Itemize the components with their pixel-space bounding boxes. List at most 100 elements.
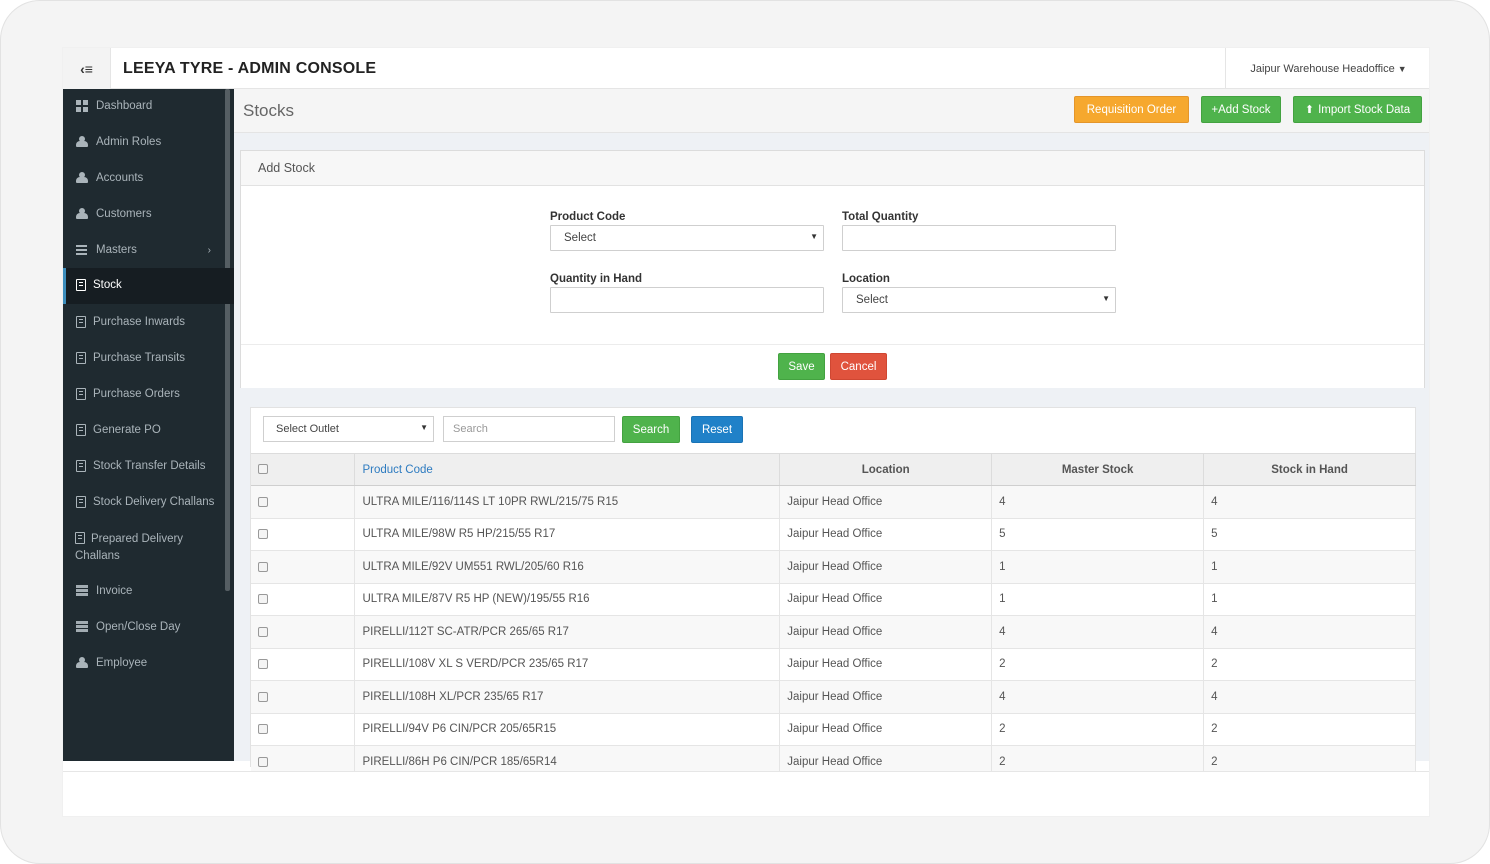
search-input[interactable]: Search: [443, 416, 615, 442]
book-icon: [76, 460, 86, 472]
sidebar: Dashboard Admin Roles Accounts Customers…: [63, 89, 234, 761]
sidebar-item-generate-po[interactable]: Generate PO: [63, 422, 225, 439]
column-header-product-code[interactable]: Product Code: [354, 453, 781, 486]
list-icon: [76, 621, 89, 633]
cancel-button[interactable]: Cancel: [830, 353, 887, 380]
cell-product-code: PIRELLI/108V XL S VERD/PCR 235/65 R17: [354, 648, 781, 681]
sidebar-item-label: Customers: [96, 208, 152, 220]
reset-button[interactable]: Reset: [691, 416, 743, 443]
row-checkbox[interactable]: [258, 594, 268, 605]
quantity-in-hand-label: Quantity in Hand: [550, 273, 642, 285]
sidebar-item-label: Purchase Transits: [93, 352, 186, 364]
cell-master-stock: 1: [991, 583, 1205, 616]
cell-stock-in-hand: 1: [1203, 550, 1416, 584]
cell-product-code: PIRELLI/108H XL/PCR 235/65 R17: [354, 680, 781, 714]
sidebar-item-purchase-inwards[interactable]: Purchase Inwards: [63, 314, 225, 331]
row-select-cell: [251, 680, 356, 714]
product-code-select[interactable]: Select ▼: [550, 225, 824, 251]
row-select-cell: [251, 518, 356, 551]
book-icon: [76, 352, 86, 364]
sidebar-item-customers[interactable]: Customers: [63, 206, 225, 223]
cell-master-stock: 5: [991, 518, 1205, 551]
column-header-stock-in-hand: Stock in Hand: [1203, 453, 1416, 486]
sidebar-item-label: Accounts: [96, 172, 144, 184]
total-quantity-input[interactable]: [842, 225, 1116, 251]
import-stock-data-button[interactable]: ⬆ Import Stock Data: [1293, 96, 1422, 123]
book-icon: [76, 496, 86, 508]
add-stock-button[interactable]: +Add Stock: [1201, 96, 1281, 123]
cell-stock-in-hand: 5: [1203, 518, 1416, 551]
book-icon: [76, 316, 86, 328]
cell-location: Jaipur Head Office: [779, 615, 993, 649]
cell-master-stock: 2: [991, 648, 1205, 681]
dropdown-arrow-icon: ▼: [1102, 294, 1110, 303]
sidebar-item-label: Dashboard: [96, 100, 153, 112]
sidebar-item-stock-transfer-details[interactable]: Stock Transfer Details: [63, 458, 225, 475]
table-row: ULTRA MILE/87V R5 HP (NEW)/195/55 R16 Ja…: [251, 583, 1416, 616]
sidebar-item-purchase-orders[interactable]: Purchase Orders: [63, 386, 225, 403]
sidebar-item-label: Purchase Inwards: [93, 316, 186, 328]
cell-location: Jaipur Head Office: [779, 550, 993, 584]
row-checkbox[interactable]: [258, 496, 268, 507]
select-all-cell: [251, 453, 356, 486]
sidebar-item-stock[interactable]: Stock: [63, 268, 234, 304]
dropdown-arrow-icon: ▼: [810, 232, 818, 241]
upload-icon: ⬆: [1304, 104, 1315, 116]
cell-location: Jaipur Head Office: [779, 713, 993, 746]
sidebar-item-label: Purchase Orders: [93, 388, 180, 400]
cell-product-code: ULTRA MILE/87V R5 HP (NEW)/195/55 R16: [354, 583, 781, 616]
row-checkbox[interactable]: [258, 561, 268, 572]
outlet-value: Select Outlet: [276, 423, 339, 435]
outlet-select[interactable]: Select Outlet ▼: [263, 416, 434, 442]
sidebar-item-stock-delivery-challans[interactable]: Stock Delivery Challans: [63, 494, 225, 511]
sidebar-item-employee[interactable]: Employee: [63, 655, 225, 672]
app-window: ‹≡ LEEYA TYRE - ADMIN CONSOLE Jaipur War…: [62, 47, 1430, 817]
search-button[interactable]: Search: [622, 416, 680, 443]
warehouse-dropdown[interactable]: Jaipur Warehouse Headoffice ▼: [1225, 48, 1429, 89]
table-row: ULTRA MILE/92V UM551 RWL/205/60 R16 Jaip…: [251, 550, 1416, 584]
sidebar-item-accounts[interactable]: Accounts: [63, 170, 225, 187]
requisition-order-button[interactable]: Requisition Order: [1074, 96, 1189, 123]
sidebar-item-open-close-day[interactable]: Open/Close Day: [63, 619, 225, 636]
row-checkbox[interactable]: [258, 529, 268, 540]
cell-stock-in-hand: 1: [1203, 583, 1416, 616]
location-label: Location: [842, 273, 890, 285]
product-code-label: Product Code: [550, 211, 626, 223]
cell-master-stock: 4: [991, 615, 1205, 649]
save-button[interactable]: Save: [778, 353, 825, 380]
sidebar-item-purchase-transits[interactable]: Purchase Transits: [63, 350, 225, 367]
sidebar-scrollbar[interactable]: [225, 89, 230, 591]
sidebar-item-label: Open/Close Day: [96, 621, 181, 633]
add-stock-panel: Add Stock Product Code Select ▼ Total Qu…: [240, 150, 1425, 388]
sidebar-toggle-icon[interactable]: ‹≡: [63, 48, 111, 89]
row-checkbox[interactable]: [258, 659, 268, 670]
sidebar-item-prepared-delivery-challans[interactable]: Prepared Delivery Challans: [63, 530, 213, 565]
stock-table: Product Code Location Master Stock Stock…: [251, 453, 1416, 779]
sidebar-item-dashboard[interactable]: Dashboard: [63, 98, 225, 115]
column-header-master-stock: Master Stock: [991, 453, 1205, 486]
sidebar-item-admin-roles[interactable]: Admin Roles: [63, 134, 225, 151]
cell-master-stock: 2: [991, 713, 1205, 746]
book-icon: [75, 532, 85, 544]
cell-stock-in-hand: 4: [1203, 485, 1416, 519]
cell-product-code: ULTRA MILE/98W R5 HP/215/55 R17: [354, 518, 781, 551]
cell-stock-in-hand: 2: [1203, 713, 1416, 746]
sidebar-item-masters[interactable]: Masters ›: [63, 242, 225, 259]
dropdown-arrow-icon: ▼: [420, 423, 428, 432]
select-all-checkbox[interactable]: [258, 464, 268, 475]
book-icon: [76, 279, 86, 291]
cell-stock-in-hand: 4: [1203, 615, 1416, 649]
sidebar-item-invoice[interactable]: Invoice: [63, 583, 225, 600]
quantity-in-hand-input[interactable]: [550, 287, 824, 313]
row-checkbox[interactable]: [258, 691, 268, 702]
row-select-cell: [251, 648, 356, 681]
row-checkbox[interactable]: [258, 626, 268, 637]
location-select[interactable]: Select ▼: [842, 287, 1116, 313]
row-checkbox[interactable]: [258, 756, 268, 767]
cell-location: Jaipur Head Office: [779, 583, 993, 616]
page-footer: [63, 771, 1429, 816]
cell-stock-in-hand: 4: [1203, 680, 1416, 714]
total-quantity-label: Total Quantity: [842, 211, 919, 223]
sidebar-item-label: Stock Transfer Details: [93, 460, 206, 472]
row-checkbox[interactable]: [258, 724, 268, 735]
